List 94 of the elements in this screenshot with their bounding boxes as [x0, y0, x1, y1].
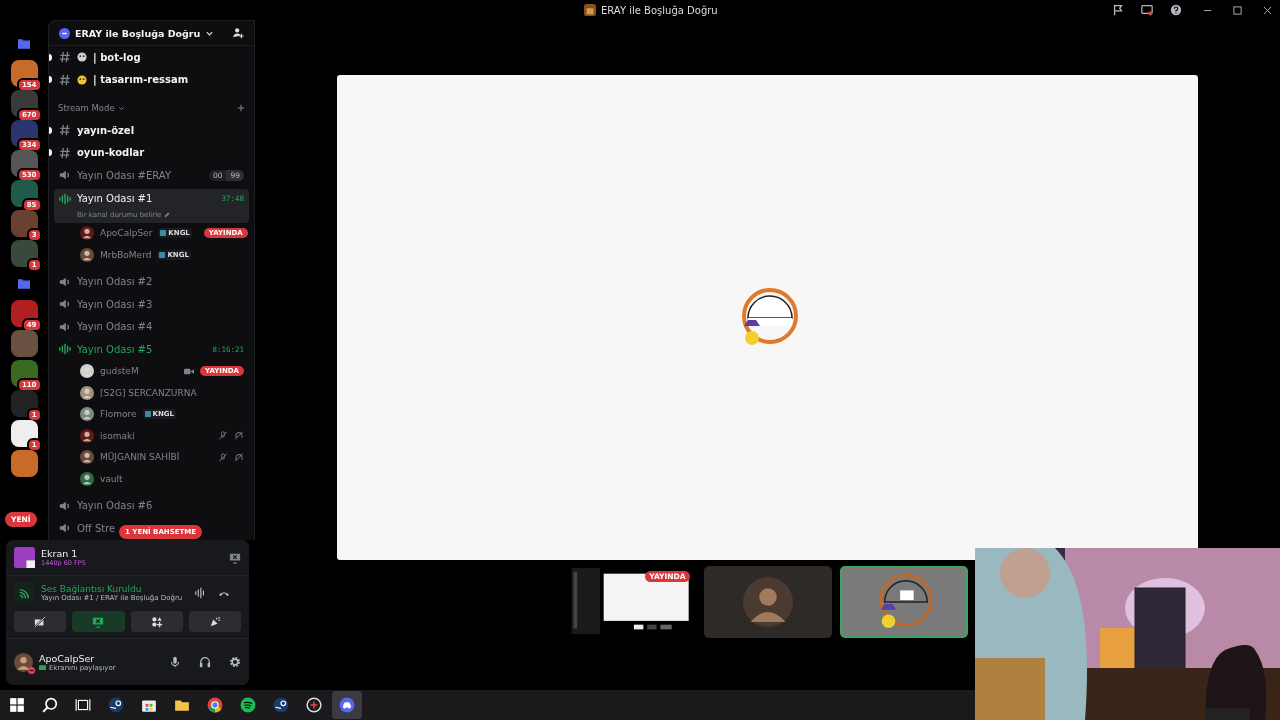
hash-icon	[59, 124, 71, 137]
voice-member[interactable]: [S2G] SERCANZURNA	[54, 382, 249, 404]
activities-icon	[150, 615, 163, 628]
voice-channel[interactable]: Yayın Odası #2	[54, 270, 158, 293]
screen-icon	[39, 664, 46, 671]
emoji-icon	[77, 74, 87, 85]
stream-tile[interactable]	[839, 566, 968, 638]
member-name: MrbBoMerd	[100, 249, 152, 260]
server-icon[interactable]	[10, 450, 38, 477]
member-name: Flomore	[100, 409, 137, 420]
headphones-icon[interactable]	[199, 656, 211, 668]
microphone-icon[interactable]	[169, 656, 181, 668]
screen-avatar-icon	[14, 547, 35, 568]
noise-suppression-icon[interactable]	[194, 586, 207, 599]
voice-member[interactable]: vault	[54, 468, 249, 490]
signal-icon	[14, 582, 35, 603]
deafened-icon	[234, 431, 244, 441]
stream-title: Ekran 1	[41, 548, 79, 559]
add-member-icon[interactable]	[232, 27, 244, 39]
discord-taskbar-icon[interactable]	[332, 691, 362, 719]
stop-stream-icon[interactable]	[229, 551, 241, 564]
channel-name: Yayın Odası #1	[77, 193, 153, 204]
server-name[interactable]: ERAY ile Boşluğa Doğru	[75, 27, 201, 39]
voice-status[interactable]: Ses Bağlantısı Kuruldu	[41, 583, 183, 594]
member-name: [S2G] SERCANZURNA	[100, 387, 197, 398]
emoji-icon	[77, 52, 87, 63]
tag-icon	[159, 251, 166, 258]
channel-name: Yayın Odası #5	[77, 343, 153, 355]
channel-name: | tasarım-ressam	[93, 74, 189, 86]
channel-name: Yayın Odası #3	[77, 298, 153, 310]
channel-name: Off Stre	[77, 522, 116, 534]
folder-icon[interactable]	[18, 278, 30, 289]
help-icon[interactable]	[1170, 4, 1182, 16]
channel-name: | bot-log	[93, 51, 141, 63]
member-name: vault	[100, 473, 123, 484]
channel-name: Yayın Odası #4	[77, 321, 153, 333]
member-name: MÜJGANIN SAHİBİ	[100, 452, 180, 463]
voice-member[interactable]: MÜJGANIN SAHİBİ	[54, 446, 249, 468]
pencil-icon[interactable]	[164, 211, 171, 218]
screen-button[interactable]	[72, 611, 125, 632]
avatar	[80, 247, 94, 262]
voice-channel[interactable]: Off Stre	[54, 517, 121, 540]
avatar	[80, 226, 94, 241]
channel-item[interactable]: oyun-kodlar	[54, 141, 249, 164]
avatar	[80, 450, 94, 465]
camera-off-icon	[34, 615, 47, 628]
user-avatar[interactable]	[14, 652, 33, 672]
soundboard-button[interactable]	[188, 611, 241, 632]
hash-icon	[59, 51, 71, 64]
avatar	[80, 471, 94, 486]
voice-channel[interactable]: Yayın Odası #6	[54, 494, 158, 517]
avatar	[80, 407, 94, 422]
category-label[interactable]: Stream Mode	[58, 103, 115, 113]
tag-icon	[160, 230, 167, 237]
hash-icon	[59, 73, 71, 86]
voice-member[interactable]: isomaki	[54, 425, 249, 447]
user-name: ApoCalpSer	[39, 652, 95, 664]
member-name: gudsteM	[100, 366, 139, 377]
activity-button[interactable]	[130, 611, 183, 632]
flag-icon[interactable]	[1112, 4, 1124, 16]
channel-item[interactable]: yayın-özel	[54, 119, 249, 142]
tag-icon	[144, 411, 151, 418]
server-icon	[584, 4, 596, 16]
maximize-icon[interactable]	[1233, 5, 1242, 15]
avatar	[80, 364, 94, 379]
screen-icon[interactable]	[1141, 4, 1153, 16]
soundboard-icon	[208, 615, 221, 628]
stream-tile[interactable]	[703, 566, 832, 638]
member-name: isomaki	[100, 430, 135, 441]
close-icon[interactable]	[1263, 5, 1272, 15]
settings-icon[interactable]	[229, 656, 241, 668]
channel-name: yayın-özel	[77, 124, 135, 136]
avatar	[80, 385, 94, 400]
user-avatar	[742, 577, 793, 627]
avatar	[80, 428, 94, 443]
voice-channel[interactable]: Yayın Odası #3	[54, 293, 158, 316]
deafened-icon	[234, 452, 244, 462]
hash-icon	[59, 146, 71, 159]
folder-icon[interactable]	[18, 38, 30, 49]
server-icon[interactable]	[10, 330, 38, 357]
channel-item[interactable]: | tasarım-ressam	[54, 68, 249, 91]
voice-channel[interactable]: Yayın Odası #4	[54, 315, 158, 338]
member-name: ApoCalpSer	[100, 228, 153, 239]
channel-name: Yayın Odası #6	[77, 500, 153, 512]
channel-name: Yayın Odası #2	[77, 276, 153, 288]
camera-button[interactable]	[14, 611, 67, 632]
window-title: ERAY ile Boşluğa Doğru	[601, 4, 718, 16]
screen-share-icon	[92, 615, 105, 628]
channel-name: oyun-kodlar	[77, 147, 145, 159]
add-icon[interactable]	[237, 104, 245, 112]
server-badge-icon	[59, 27, 70, 39]
channel-item[interactable]: | bot-log	[54, 46, 249, 69]
channel-name: Yayın Odası #ERAY	[77, 169, 171, 181]
do-not-disturb-icon	[28, 666, 35, 674]
